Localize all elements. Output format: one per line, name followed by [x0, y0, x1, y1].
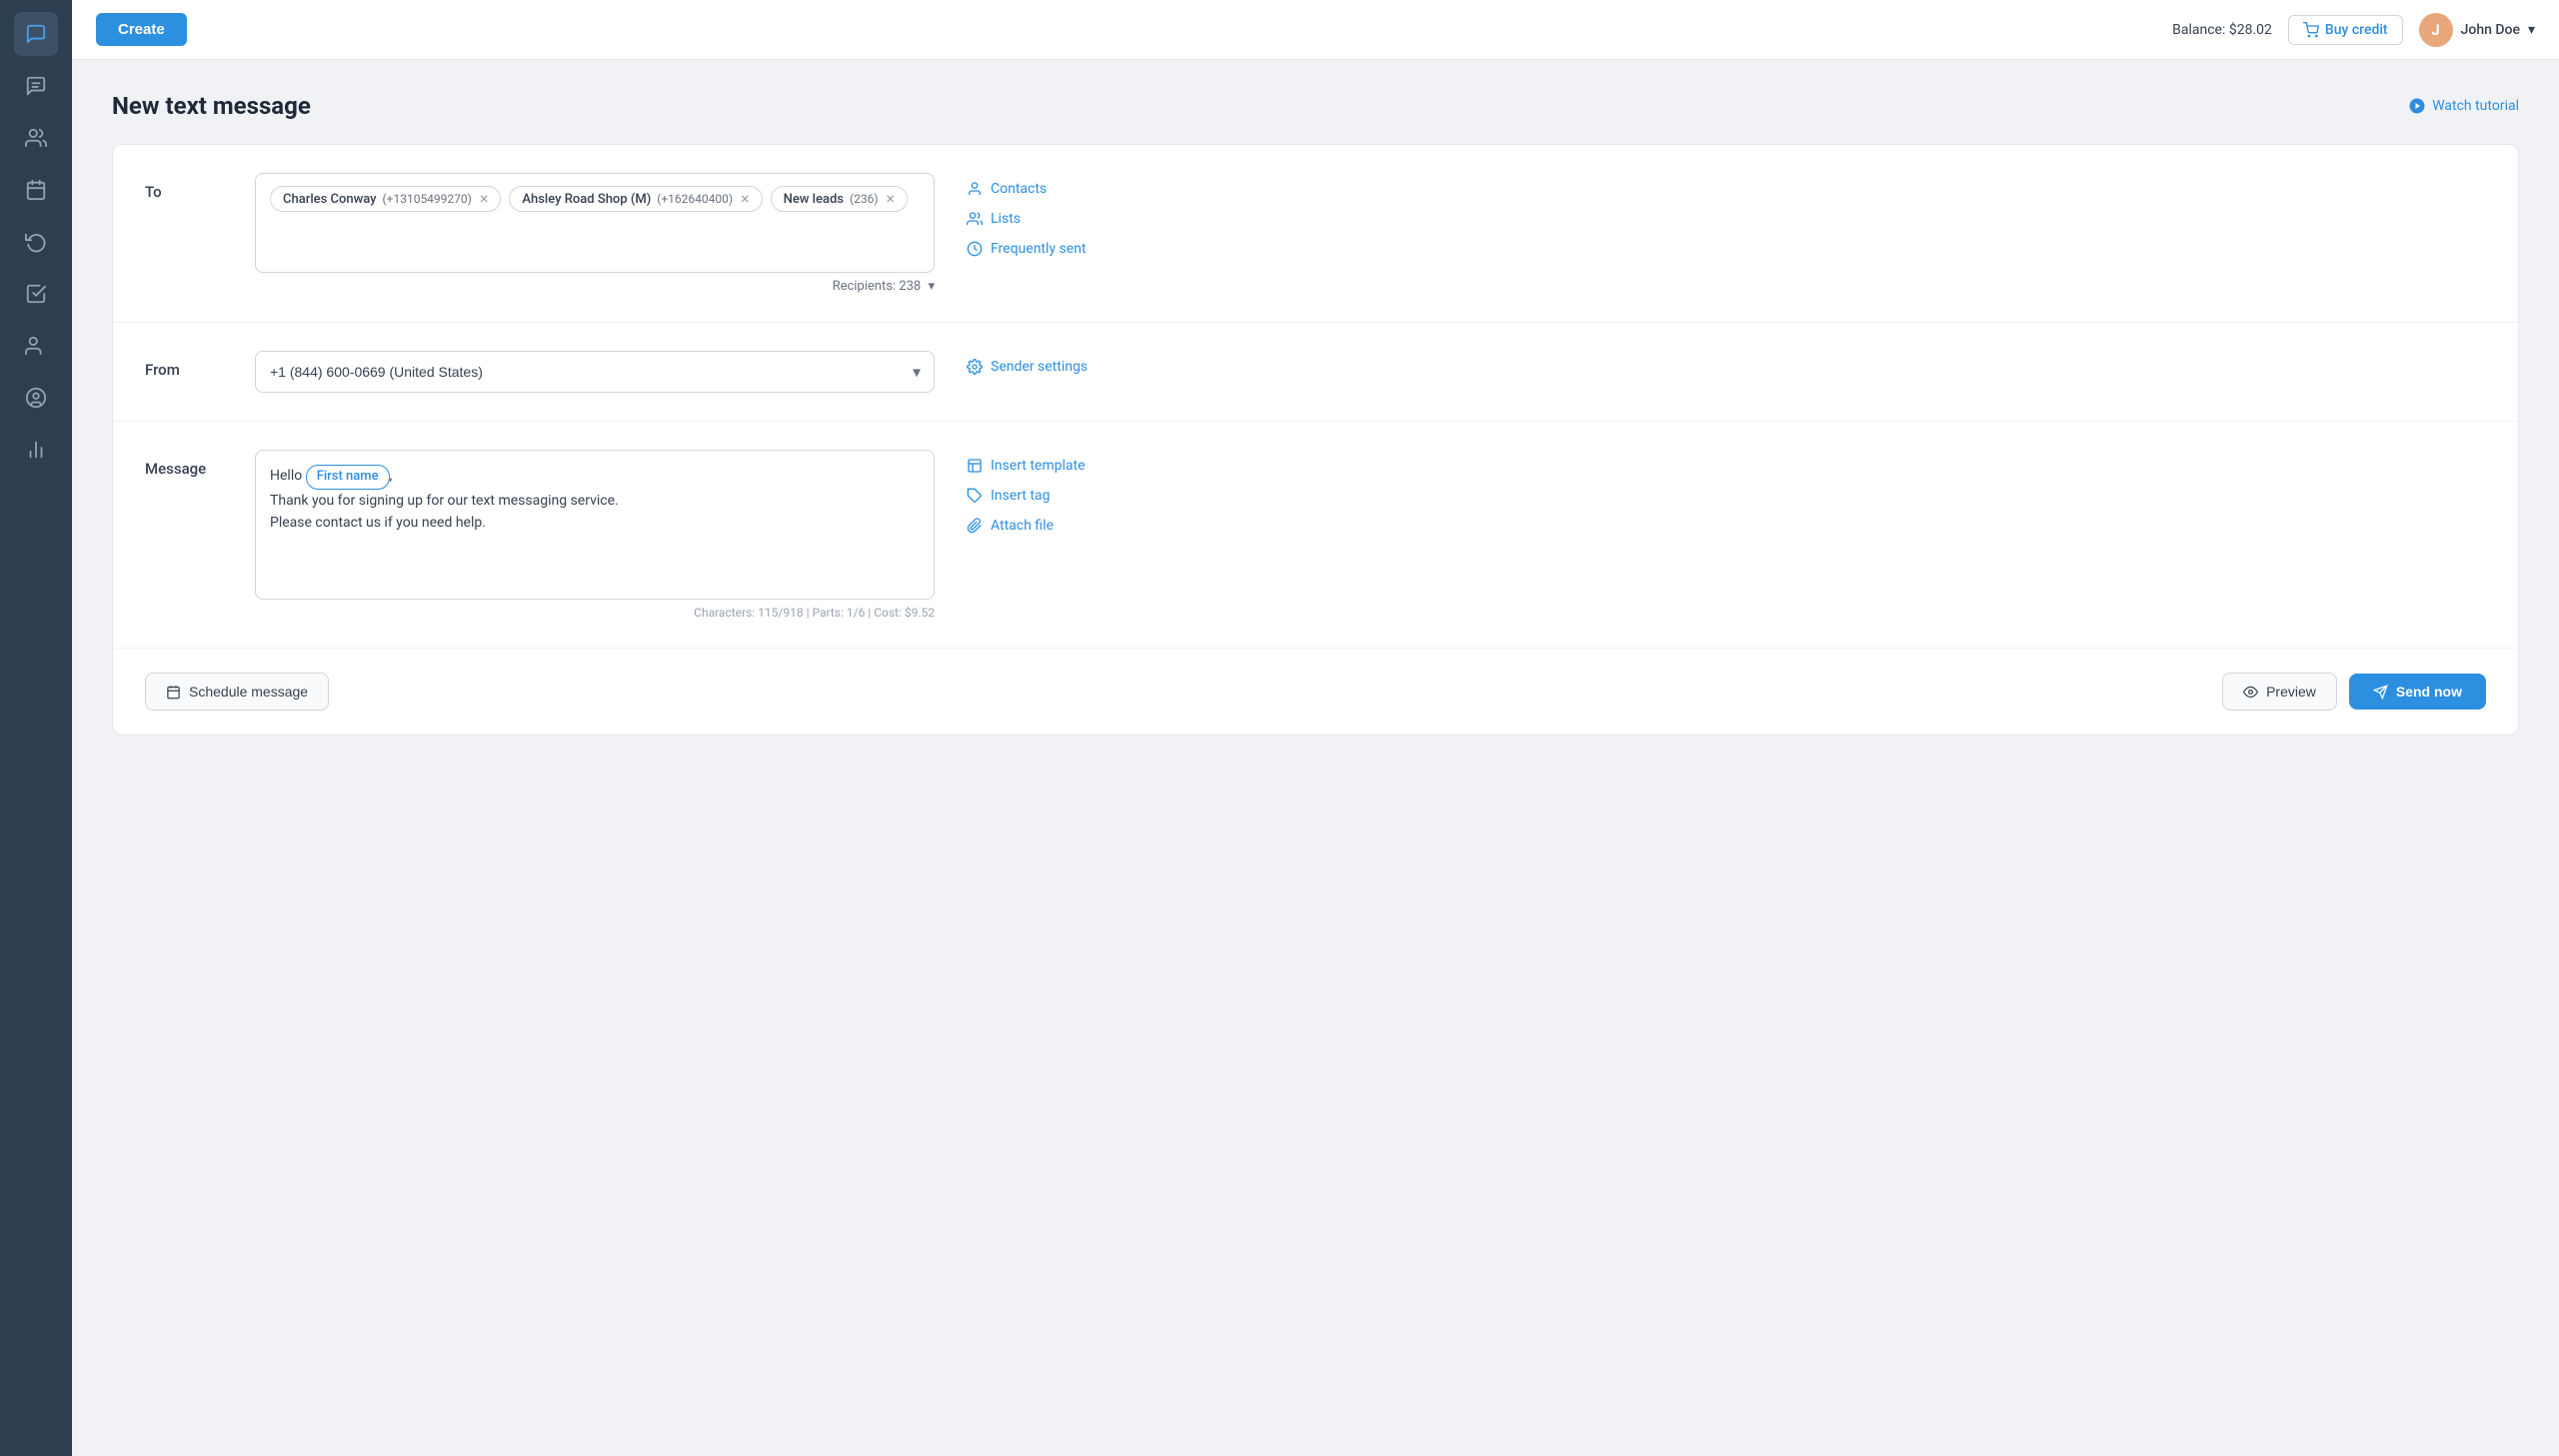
sidebar-icon-tasks[interactable]: [14, 272, 58, 316]
sidebar-icon-account[interactable]: [14, 376, 58, 420]
preview-button[interactable]: Preview: [2222, 673, 2337, 711]
from-label: From: [145, 351, 255, 379]
send-icon: [2373, 685, 2388, 700]
form-actions: Schedule message Preview Send now: [113, 649, 2518, 734]
message-tag[interactable]: First name: [306, 465, 390, 490]
content-area: New text message Watch tutorial To Charl…: [72, 60, 2559, 1456]
schedule-message-label: Schedule message: [189, 684, 308, 700]
frequently-sent-label: Frequently sent: [991, 241, 1086, 257]
buy-credit-button[interactable]: Buy credit: [2288, 15, 2403, 45]
message-label: Message: [145, 450, 255, 478]
recipients-dropdown-icon[interactable]: ▾: [928, 279, 935, 294]
from-select-wrapper: +1 (844) 600-0669 (United States) ▾: [255, 351, 935, 393]
recipients-box[interactable]: Charles Conway (+13105499270) × Ahsley R…: [255, 173, 935, 273]
message-body: Thank you for signing up for our text me…: [270, 493, 619, 531]
cart-icon: [2303, 22, 2319, 38]
eye-icon: [2243, 685, 2258, 700]
sidebar-icon-contacts[interactable]: [14, 116, 58, 160]
lists-icon: [967, 211, 983, 227]
watch-tutorial-label: Watch tutorial: [2432, 98, 2519, 114]
main-area: Create Balance: $28.02 Buy credit J John…: [72, 0, 2559, 1456]
right-actions: Preview Send now: [2222, 673, 2486, 711]
sidebar-icon-teams[interactable]: [14, 324, 58, 368]
message-comma: ,: [390, 468, 393, 484]
lists-hint[interactable]: Lists: [967, 211, 1086, 227]
sidebar-icon-analytics[interactable]: [14, 428, 58, 472]
contacts-icon: [967, 181, 983, 197]
chevron-down-icon: ▾: [2528, 22, 2535, 38]
insert-tag-label: Insert tag: [991, 488, 1050, 504]
contacts-hint-label: Contacts: [991, 181, 1047, 197]
form-card: To Charles Conway (+13105499270) × Ahsle…: [112, 144, 2519, 735]
balance-display: Balance: $28.02: [2172, 22, 2272, 38]
topbar: Create Balance: $28.02 Buy credit J John…: [72, 0, 2559, 60]
clock-icon: [967, 241, 983, 257]
create-button[interactable]: Create: [96, 13, 187, 46]
to-input-area: Charles Conway (+13105499270) × Ahsley R…: [255, 173, 935, 294]
from-input-area: +1 (844) 600-0669 (United States) ▾: [255, 351, 935, 393]
recipients-count: Recipients: 238 ▾: [255, 279, 935, 294]
from-select[interactable]: +1 (844) 600-0669 (United States): [255, 351, 935, 393]
play-icon: [2408, 97, 2426, 115]
sidebar: [0, 0, 72, 1456]
attach-file-button[interactable]: Attach file: [967, 518, 1086, 534]
sender-settings-button[interactable]: Sender settings: [967, 359, 1088, 375]
recipient-tag[interactable]: Charles Conway (+13105499270) ×: [270, 186, 501, 212]
recipient-remove-icon[interactable]: ×: [887, 191, 896, 207]
recipient-remove-icon[interactable]: ×: [741, 191, 750, 207]
message-input-area: Hello First name, Thank you for signing …: [255, 450, 935, 620]
buy-credit-label: Buy credit: [2325, 22, 2388, 38]
message-box[interactable]: Hello First name, Thank you for signing …: [255, 450, 935, 600]
sender-settings-label: Sender settings: [991, 359, 1088, 375]
page-header: New text message Watch tutorial: [112, 92, 2519, 120]
tag-icon: [967, 488, 983, 504]
message-hints: Insert template Insert tag Attach file: [967, 450, 1086, 534]
schedule-message-button[interactable]: Schedule message: [145, 673, 329, 711]
insert-template-button[interactable]: Insert template: [967, 458, 1086, 474]
user-menu[interactable]: J John Doe ▾: [2419, 13, 2535, 47]
recipient-name: Ahsley Road Shop (M): [522, 192, 651, 207]
send-now-label: Send now: [2396, 684, 2462, 700]
to-hints: Contacts Lists Frequently sent: [967, 173, 1086, 257]
from-section: From +1 (844) 600-0669 (United States) ▾…: [113, 323, 2518, 422]
lists-hint-label: Lists: [991, 211, 1021, 227]
user-name: John Doe: [2461, 22, 2520, 38]
settings-icon: [967, 359, 983, 375]
recipient-number: (+162640400): [657, 192, 733, 206]
recipient-remove-icon[interactable]: ×: [480, 191, 489, 207]
insert-tag-button[interactable]: Insert tag: [967, 488, 1086, 504]
attach-file-label: Attach file: [991, 518, 1054, 534]
preview-label: Preview: [2266, 684, 2316, 700]
insert-template-label: Insert template: [991, 458, 1086, 474]
frequently-sent-hint[interactable]: Frequently sent: [967, 241, 1086, 257]
calendar-schedule-icon: [166, 685, 181, 700]
sidebar-icon-history[interactable]: [14, 220, 58, 264]
recipient-name: New leads: [784, 192, 844, 207]
message-stats: Characters: 115/918 | Parts: 1/6 | Cost:…: [255, 606, 935, 620]
to-section: To Charles Conway (+13105499270) × Ahsle…: [113, 145, 2518, 323]
page-title: New text message: [112, 92, 311, 120]
message-text-before: Hello: [270, 468, 306, 484]
sidebar-icon-calendar[interactable]: [14, 168, 58, 212]
from-hints: Sender settings: [967, 351, 1088, 375]
avatar: J: [2419, 13, 2453, 47]
template-icon: [967, 458, 983, 474]
paperclip-icon: [967, 518, 983, 534]
recipient-number: (+13105499270): [383, 192, 472, 206]
recipient-tag[interactable]: Ahsley Road Shop (M) (+162640400) ×: [509, 186, 762, 212]
recipient-number: (236): [850, 192, 879, 206]
contacts-hint[interactable]: Contacts: [967, 181, 1086, 197]
recipient-tag[interactable]: New leads (236) ×: [771, 186, 908, 212]
sidebar-icon-messages[interactable]: [14, 64, 58, 108]
sidebar-icon-compose[interactable]: [14, 12, 58, 56]
send-now-button[interactable]: Send now: [2349, 674, 2486, 710]
recipient-name: Charles Conway: [283, 192, 377, 207]
to-label: To: [145, 173, 255, 201]
message-section: Message Hello First name, Thank you for …: [113, 422, 2518, 649]
watch-tutorial-button[interactable]: Watch tutorial: [2408, 97, 2519, 115]
